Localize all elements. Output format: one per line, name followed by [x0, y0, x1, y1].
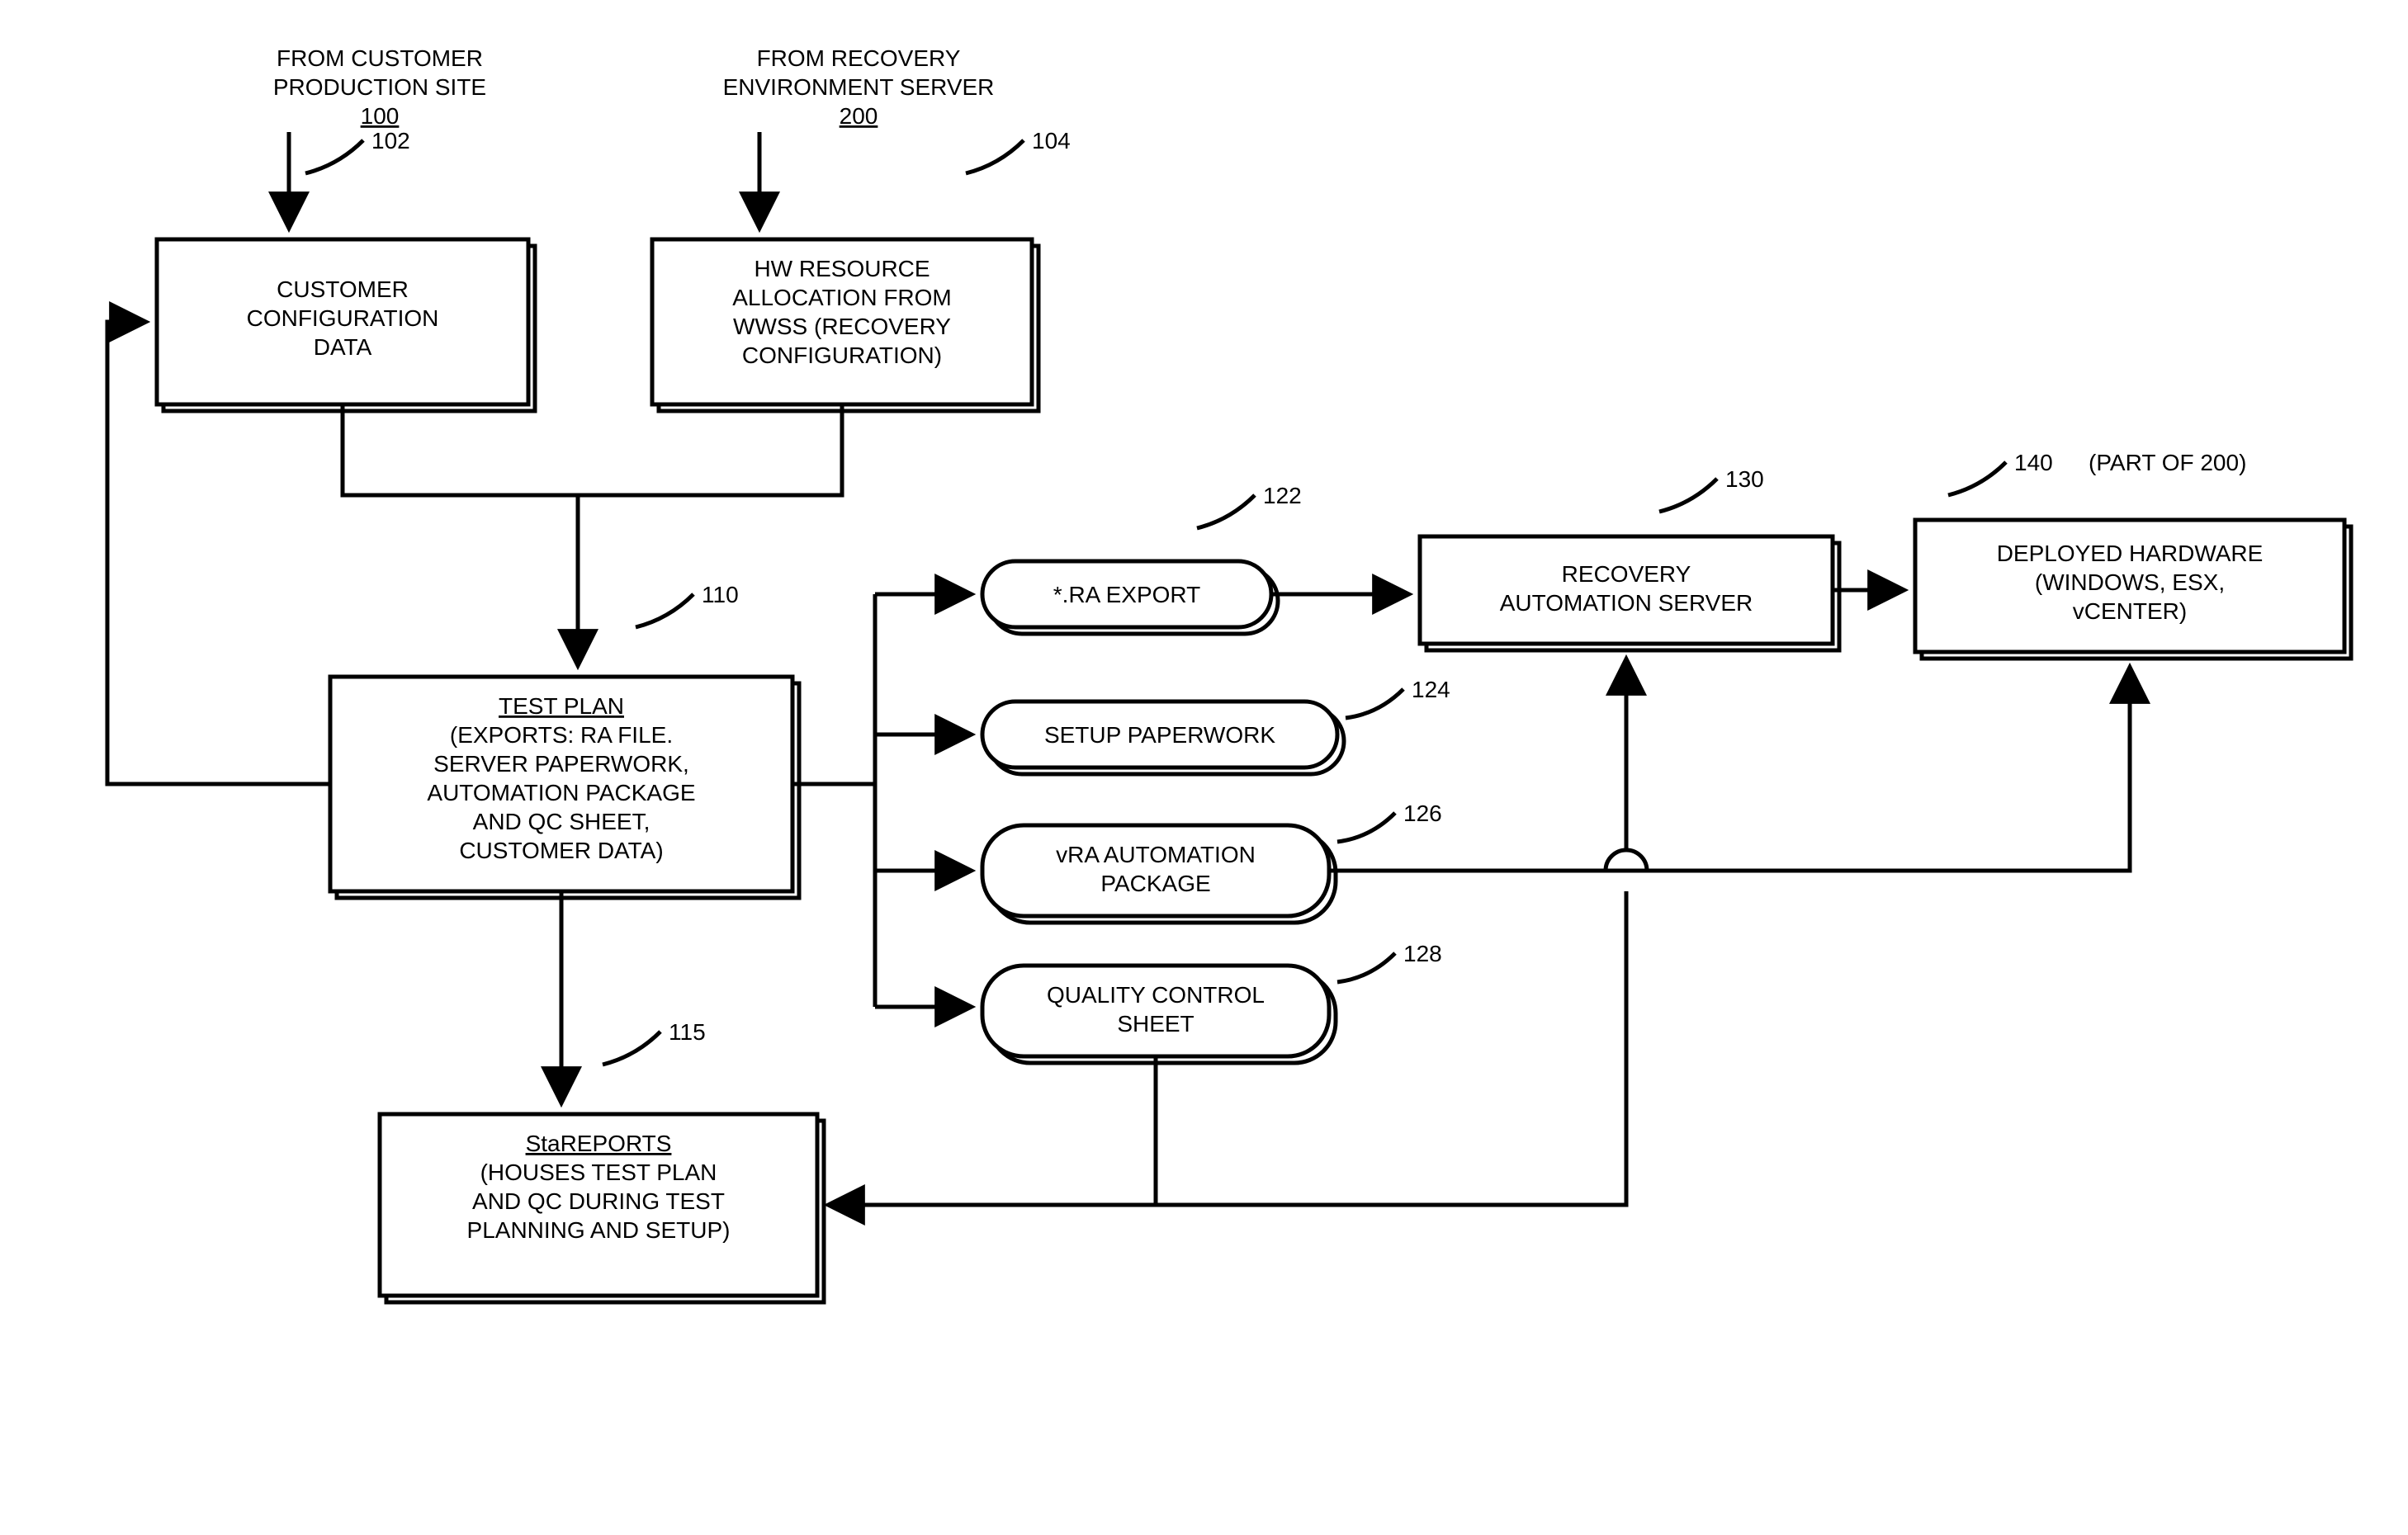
box102-l2: CONFIGURATION [247, 305, 439, 331]
box110-l2: SERVER PAPERWORK, [433, 751, 689, 777]
leader-140 [1948, 462, 2006, 495]
header1-num: 100 [361, 103, 400, 129]
box104-l2: ALLOCATION FROM [732, 285, 952, 310]
box140-l3: vCENTER) [2073, 598, 2187, 624]
box-115: StaREPORTS (HOUSES TEST PLAN AND QC DURI… [380, 1114, 824, 1302]
box130-l2: AUTOMATION SERVER [1500, 590, 1753, 616]
num-124: 124 [1412, 677, 1450, 702]
pill128-l2: SHEET [1117, 1011, 1194, 1037]
num-122: 122 [1263, 483, 1302, 508]
leader-104 [966, 140, 1024, 173]
box110-title: TEST PLAN [499, 693, 624, 719]
pill-124: SETUP PAPERWORK [982, 701, 1344, 774]
box-110: TEST PLAN (EXPORTS: RA FILE. SERVER PAPE… [330, 677, 799, 898]
flow-diagram: FROM CUSTOMER PRODUCTION SITE 100 FROM R… [0, 0, 2408, 1535]
num-126: 126 [1403, 801, 1442, 826]
pill126-l2: PACKAGE [1100, 871, 1210, 896]
pill-122: *.RA EXPORT [982, 561, 1278, 634]
pill128-l1: QUALITY CONTROL [1047, 982, 1265, 1008]
leader-110 [636, 594, 693, 627]
header2-line2: ENVIRONMENT SERVER [723, 74, 995, 100]
pill-128: QUALITY CONTROL SHEET [982, 966, 1336, 1063]
box-104: HW RESOURCE ALLOCATION FROM WWSS (RECOVE… [652, 239, 1038, 411]
join-102-104 [343, 404, 842, 495]
box115-l2: AND QC DURING TEST [472, 1188, 725, 1214]
leader-122 [1197, 495, 1255, 528]
num-130: 130 [1725, 466, 1764, 492]
box140-l1: DEPLOYED HARDWARE [1997, 541, 2264, 566]
box130-l1: RECOVERY [1562, 561, 1691, 587]
num-102: 102 [371, 128, 410, 154]
leader-102 [305, 140, 363, 173]
num-140: 140 [2014, 450, 2053, 475]
box115-l3: PLANNING AND SETUP) [467, 1217, 731, 1243]
box115-title: StaREPORTS [526, 1131, 672, 1156]
leader-126 [1337, 813, 1395, 842]
num-110: 110 [702, 582, 739, 607]
box104-l1: HW RESOURCE [754, 256, 930, 281]
box104-l3: WWSS (RECOVERY [733, 314, 951, 339]
header2-line1: FROM RECOVERY [757, 45, 961, 71]
pill124-text: SETUP PAPERWORK [1044, 722, 1275, 748]
box-102: CUSTOMER CONFIGURATION DATA [157, 239, 535, 411]
pill-126: vRA AUTOMATION PACKAGE [982, 825, 1336, 923]
box-130: RECOVERY AUTOMATION SERVER [1420, 536, 1839, 650]
box110-l1: (EXPORTS: RA FILE. [450, 722, 673, 748]
box102-l1: CUSTOMER [277, 276, 409, 302]
header1-line1: FROM CUSTOMER [277, 45, 483, 71]
leader-124 [1346, 689, 1403, 718]
box110-l4: AND QC SHEET, [473, 809, 650, 834]
num-104: 104 [1032, 128, 1071, 154]
header1-line2: PRODUCTION SITE [273, 74, 486, 100]
leader-128 [1337, 953, 1395, 982]
box104-l4: CONFIGURATION) [742, 342, 942, 368]
pill122-text: *.RA EXPORT [1053, 582, 1200, 607]
box-140: DEPLOYED HARDWARE (WINDOWS, ESX, vCENTER… [1915, 520, 2351, 659]
num-128: 128 [1403, 941, 1442, 966]
header2-num: 200 [840, 103, 878, 129]
leader-130 [1659, 479, 1717, 512]
leader-115 [603, 1032, 660, 1065]
box110-l3: AUTOMATION PACKAGE [427, 780, 695, 805]
num-115: 115 [669, 1019, 706, 1045]
box102-l3: DATA [314, 334, 372, 360]
note-140: (PART OF 200) [2089, 450, 2246, 475]
box140-l2: (WINDOWS, ESX, [2035, 569, 2225, 595]
box110-l5: CUSTOMER DATA) [459, 838, 663, 863]
hop-128-over-126 [1606, 850, 1647, 871]
box115-l1: (HOUSES TEST PLAN [480, 1160, 717, 1185]
pill126-l1: vRA AUTOMATION [1056, 842, 1256, 867]
